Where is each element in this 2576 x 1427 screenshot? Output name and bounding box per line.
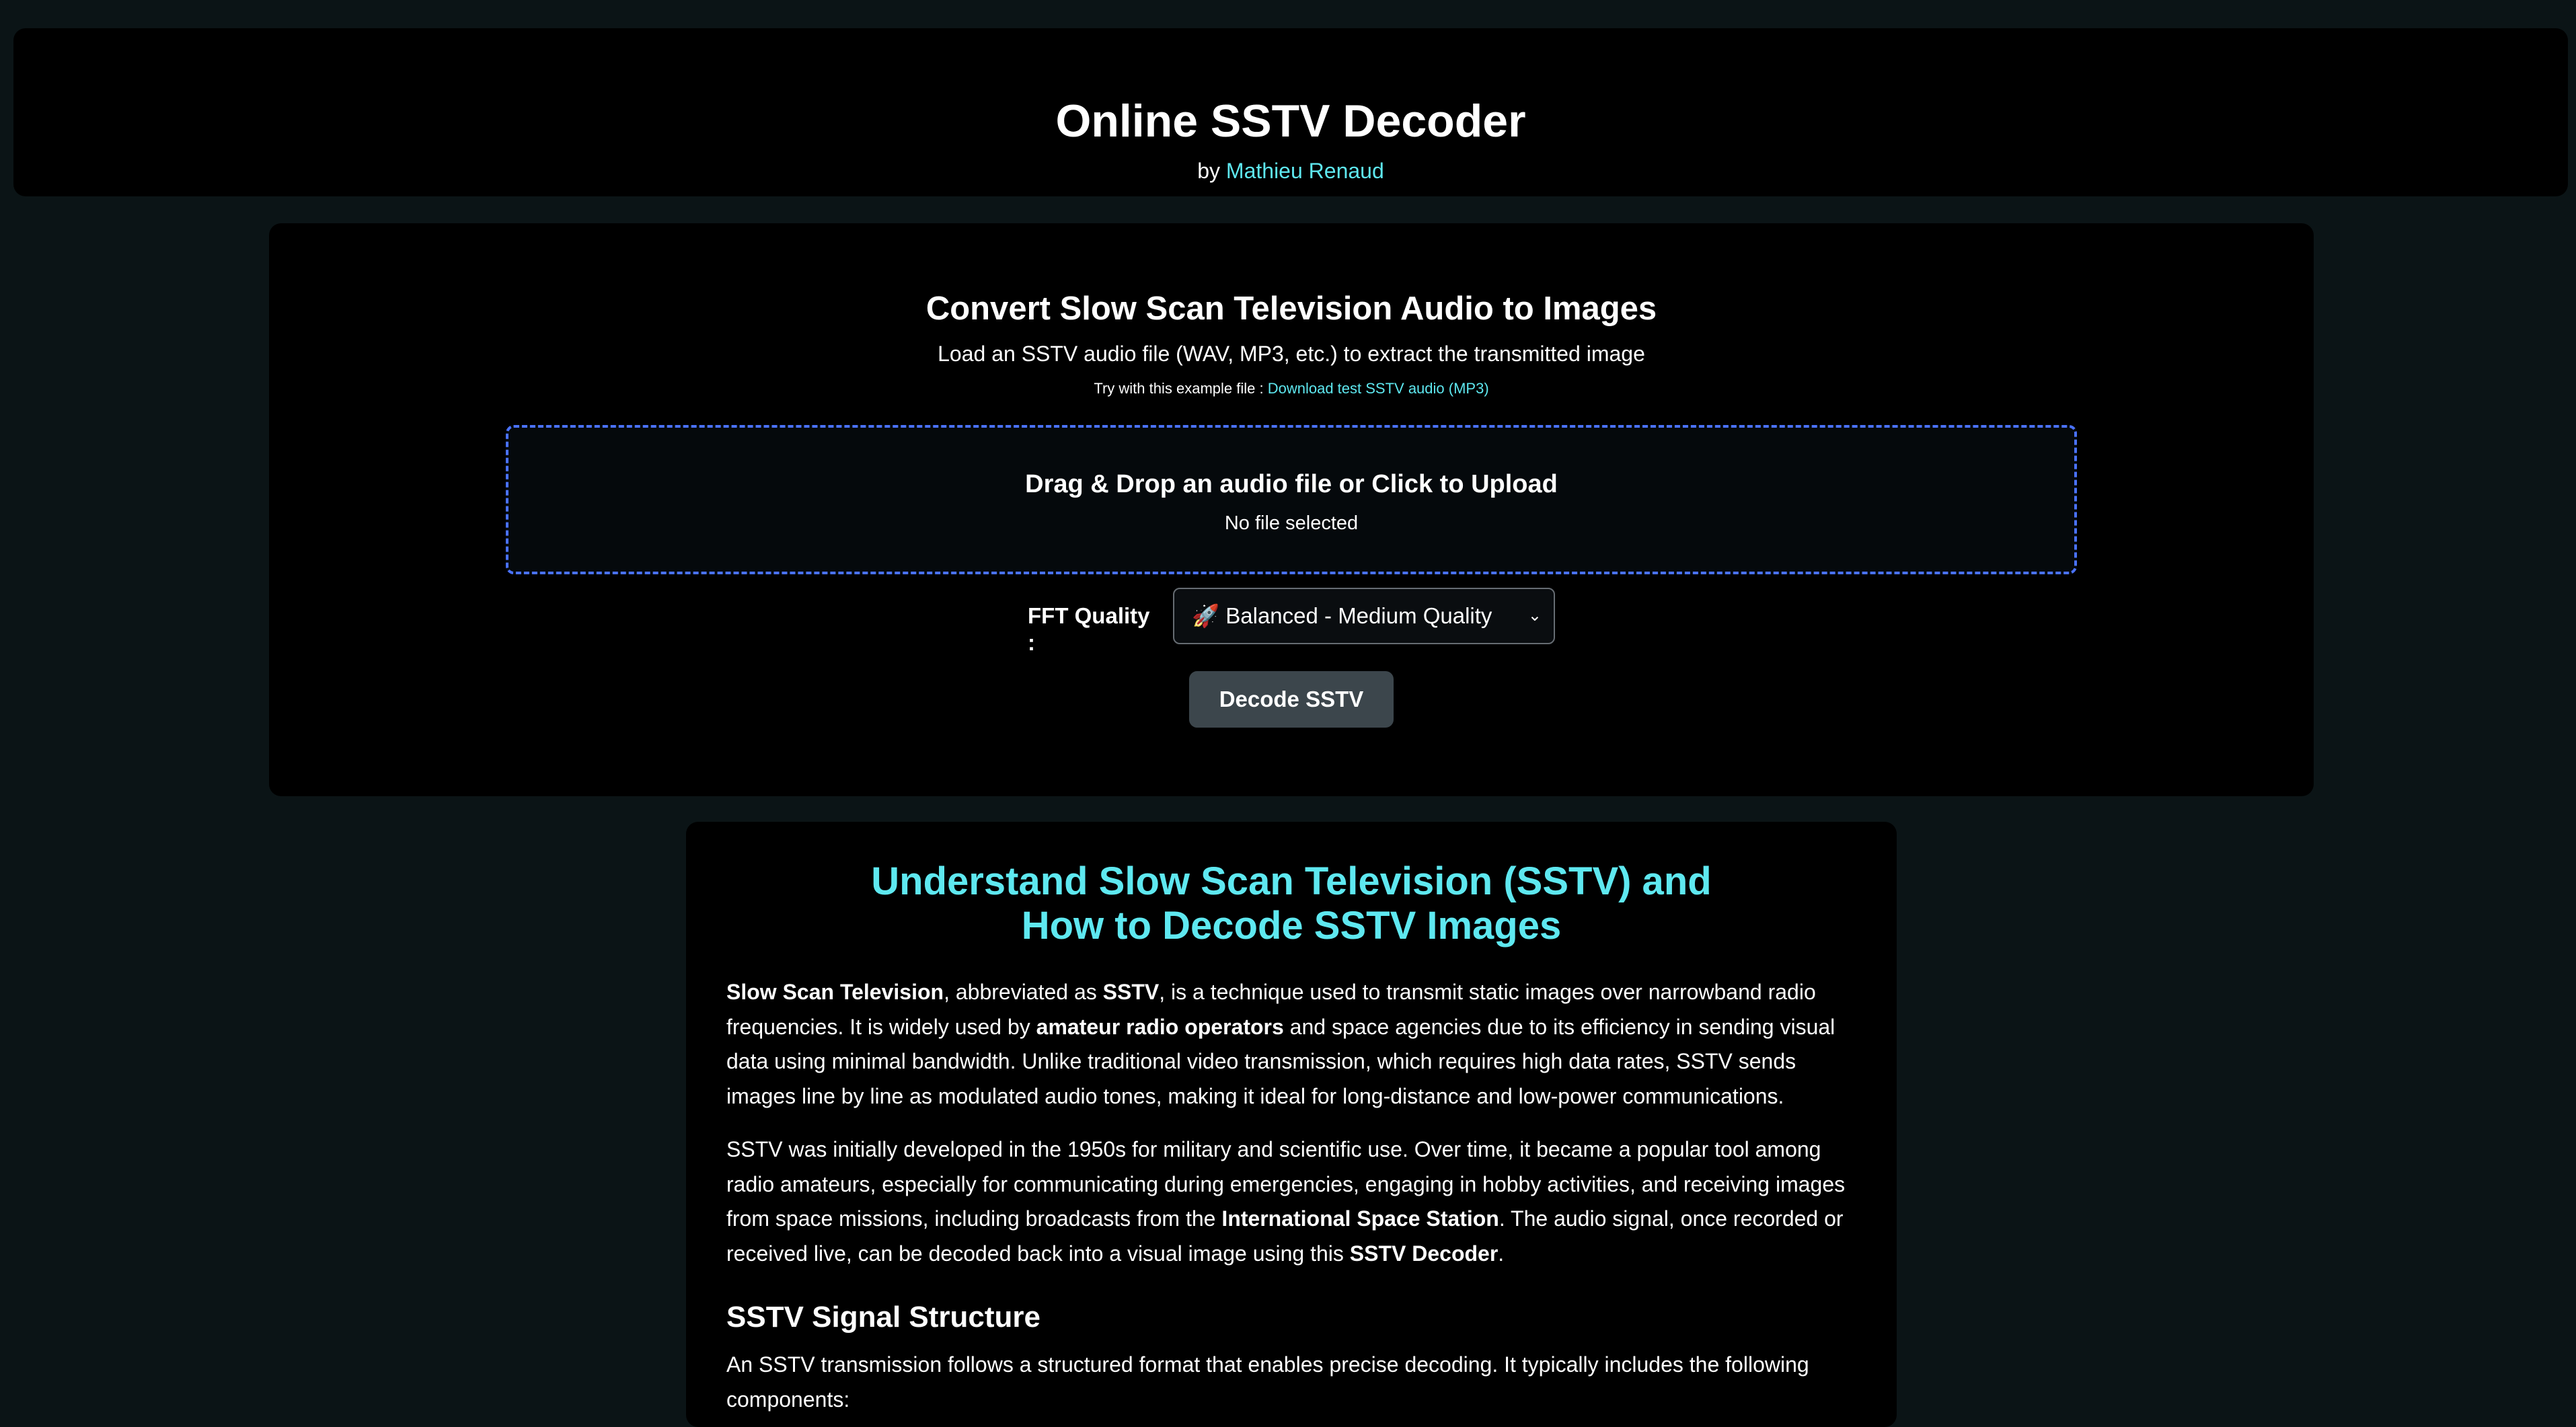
text-run: , abbreviated as — [944, 980, 1103, 1004]
bold-term: International Space Station — [1221, 1206, 1499, 1231]
decode-button[interactable]: Decode SSTV — [1189, 671, 1394, 728]
bold-term: SSTV — [1102, 980, 1160, 1004]
example-file-line: Try with this example file : Download te… — [269, 379, 2314, 398]
article-paragraph-1: Slow Scan Television, abbreviated as SST… — [726, 975, 1863, 1114]
byline-prefix: by — [1197, 159, 1221, 183]
author-link[interactable]: Mathieu Renaud — [1226, 159, 1384, 183]
text-run: . — [1498, 1241, 1505, 1266]
example-prefix: Try with this example file : — [1094, 380, 1264, 397]
page-title: Online SSTV Decoder — [1055, 95, 1526, 147]
article-heading-line2: How to Decode SSTV Images — [1021, 904, 1562, 948]
section-heading: SSTV Signal Structure — [726, 1301, 1040, 1334]
article-heading-line1: Understand Slow Scan Television (SSTV) a… — [871, 859, 1712, 903]
dropzone-title: Drag & Drop an audio file or Click to Up… — [1025, 470, 1558, 498]
tool-subheading: Load an SSTV audio file (WAV, MP3, etc.)… — [938, 342, 1645, 366]
byline: by Mathieu Renaud — [13, 157, 2568, 184]
fft-quality-value: 🚀 Balanced - Medium Quality — [1192, 603, 1492, 628]
fft-quality-select[interactable]: 🚀 Balanced - Medium Quality ⌄ — [1173, 588, 1555, 644]
page-header: Online SSTV Decoder by Mathieu Renaud — [13, 28, 2568, 196]
tool-heading: Convert Slow Scan Television Audio to Im… — [925, 291, 1657, 327]
article-heading: Understand Slow Scan Television (SSTV) a… — [686, 859, 1897, 948]
decoder-panel: Convert Slow Scan Television Audio to Im… — [269, 223, 2314, 796]
upload-dropzone[interactable]: Drag & Drop an audio file or Click to Up… — [506, 425, 2077, 574]
bold-term: SSTV Decoder — [1349, 1241, 1499, 1266]
article-paragraph-2: SSTV was initially developed in the 1950… — [726, 1132, 1863, 1271]
chevron-down-icon: ⌄ — [1527, 607, 1542, 625]
fft-quality-label: FFT Quality : — [1028, 603, 1150, 655]
bold-term: Slow Scan Television — [726, 980, 944, 1004]
example-download-link[interactable]: Download test SSTV audio (MP3) — [1268, 380, 1489, 397]
bold-term: amateur radio operators — [1036, 1014, 1284, 1039]
info-article: Understand Slow Scan Television (SSTV) a… — [686, 822, 1897, 1427]
file-status: No file selected — [1224, 512, 1359, 534]
article-paragraph-3: An SSTV transmission follows a structure… — [726, 1352, 1809, 1412]
